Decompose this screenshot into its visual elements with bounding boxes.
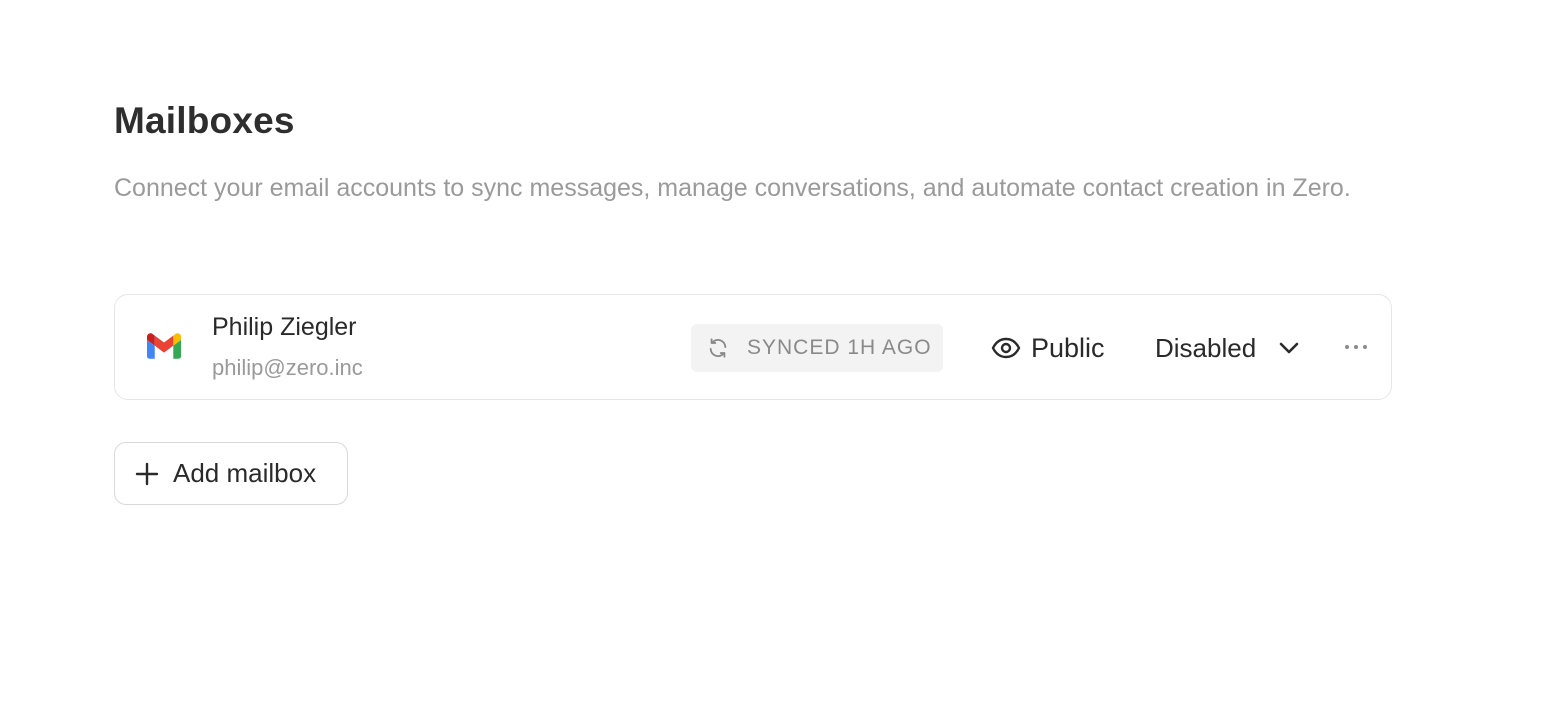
more-horizontal-icon xyxy=(1345,345,1367,349)
mailbox-account-name: Philip Ziegler xyxy=(212,313,357,341)
add-mailbox-button[interactable]: Add mailbox xyxy=(114,442,348,505)
add-mailbox-label: Add mailbox xyxy=(173,458,317,488)
mailboxes-settings-page: Mailboxes Connect your email accounts to… xyxy=(0,0,1546,714)
mailbox-account-email: philip@zero.inc xyxy=(212,355,363,380)
plus-icon xyxy=(135,462,159,485)
refresh-icon xyxy=(709,338,727,358)
page-title: Mailboxes xyxy=(114,100,295,141)
visibility-label: Public xyxy=(1031,332,1105,363)
more-options-button[interactable] xyxy=(1337,331,1375,363)
status-dropdown-value: Disabled xyxy=(1155,332,1257,363)
eye-icon xyxy=(991,337,1021,359)
sync-status-text: SYNCED 1H AGO xyxy=(747,336,932,359)
page-description: Connect your email accounts to sync mess… xyxy=(114,174,1351,202)
sync-status-badge: SYNCED 1H AGO xyxy=(691,324,943,372)
gmail-icon xyxy=(147,333,181,359)
visibility-toggle[interactable]: Public xyxy=(991,325,1105,371)
mailbox-card: Philip Ziegler philip@zero.inc SYNCED 1H… xyxy=(114,294,1392,400)
status-dropdown[interactable]: Disabled xyxy=(1155,325,1300,371)
chevron-down-icon xyxy=(1279,342,1299,354)
